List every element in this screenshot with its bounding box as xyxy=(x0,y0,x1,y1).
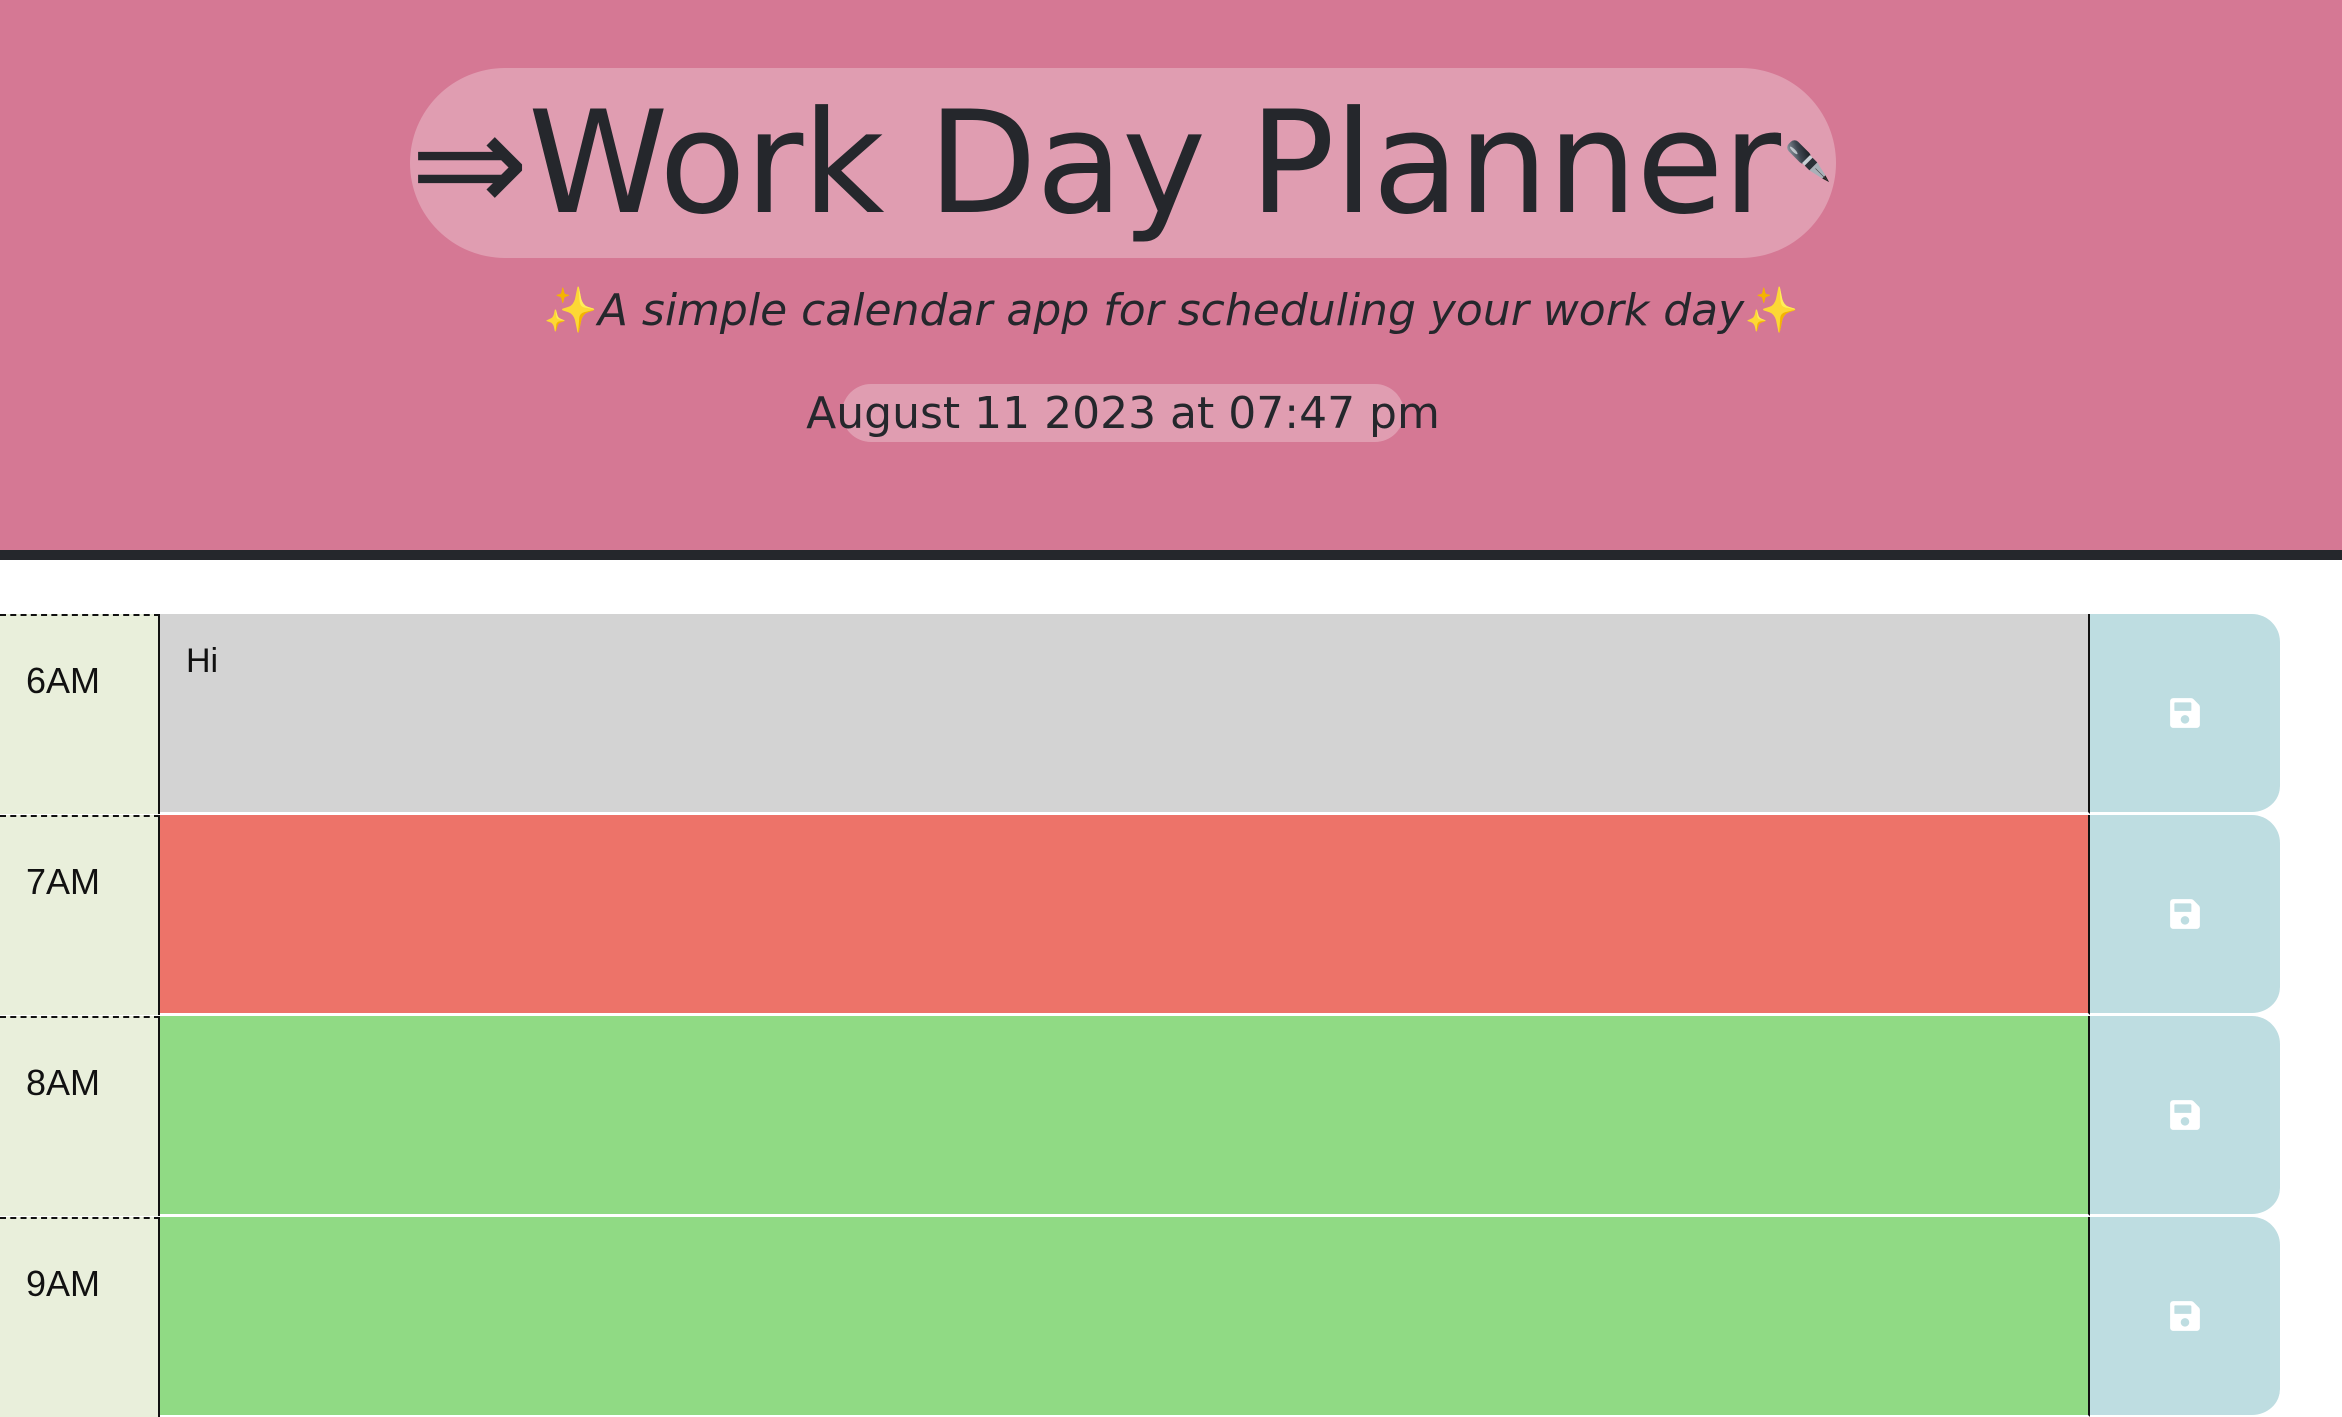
arrow-icon: ⇒ xyxy=(410,80,529,246)
header-jumbotron: ⇒ Work Day Planner ✨A simple calendar app… xyxy=(0,0,2342,560)
event-textarea[interactable] xyxy=(160,614,2090,814)
event-textarea[interactable] xyxy=(160,1016,2090,1216)
save-icon xyxy=(2170,899,2200,929)
event-textarea[interactable] xyxy=(160,815,2090,1015)
pen-icon xyxy=(1787,140,1830,183)
event-textarea[interactable] xyxy=(160,1217,2090,1417)
page-title-text: Work Day Planner xyxy=(527,80,1781,246)
timeblock-8am: 8AM xyxy=(0,1016,2280,1216)
timeblock-6am: 6AM xyxy=(0,614,2280,814)
sparkle-icon: ✨ xyxy=(1744,285,1799,336)
save-icon xyxy=(2170,698,2200,728)
hour-label: 8AM xyxy=(0,1016,160,1216)
save-icon xyxy=(2170,1301,2200,1331)
save-button[interactable] xyxy=(2090,614,2280,814)
save-icon xyxy=(2170,1100,2200,1130)
timeblock-9am: 9AM xyxy=(0,1217,2280,1417)
save-button[interactable] xyxy=(2090,1217,2280,1417)
hour-label: 9AM xyxy=(0,1217,160,1417)
save-button[interactable] xyxy=(2090,1016,2280,1216)
sparkle-icon: ✨ xyxy=(543,285,598,336)
timeblock-7am: 7AM xyxy=(0,815,2280,1015)
page-subtitle: ✨A simple calendar app for scheduling yo… xyxy=(0,284,2342,344)
current-date: August 11 2023 at 07:47 pm xyxy=(806,384,1440,442)
subtitle-text: A simple calendar app for scheduling you… xyxy=(597,285,1745,336)
hour-label: 6AM xyxy=(0,614,160,814)
page-title: ⇒ Work Day Planner xyxy=(410,68,1836,258)
save-button[interactable] xyxy=(2090,815,2280,1015)
hour-label: 7AM xyxy=(0,815,160,1015)
